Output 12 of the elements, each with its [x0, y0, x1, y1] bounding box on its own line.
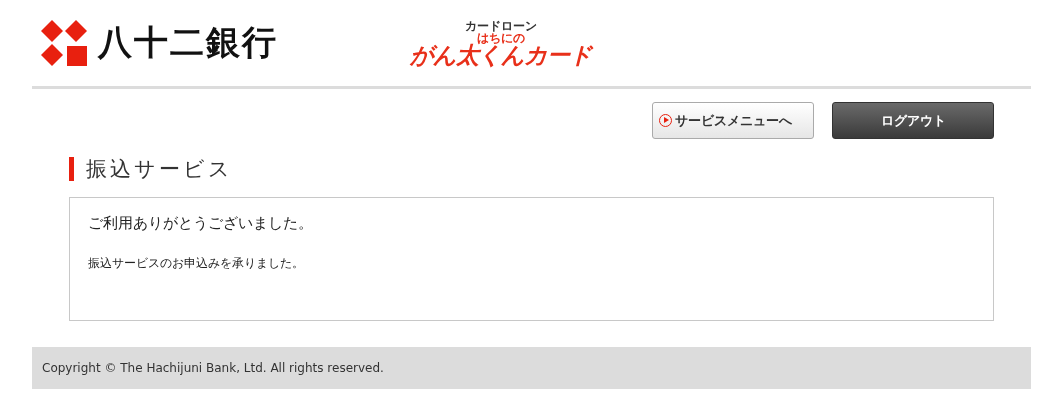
message-text: 振込サービスのお申込みを承りました。: [88, 255, 305, 272]
message-heading: ご利用ありがとうございました。: [88, 214, 314, 233]
copyright-footer: Copyright © The Hachijuni Bank, Ltd. All rights reserved.: [32, 347, 1031, 389]
logout-button[interactable]: ログアウト: [832, 102, 994, 139]
card-logo-text: がん太くんカード: [410, 43, 592, 67]
card-tagline: カードローン: [465, 19, 537, 32]
title-marker: [69, 157, 74, 181]
card-subtitle: はちにの: [477, 31, 525, 44]
bank-name: 八十二銀行: [98, 21, 278, 64]
service-menu-button[interactable]: サービスメニューへ: [652, 102, 814, 139]
bank-logo-icon: [40, 19, 88, 67]
page-title: 振込サービス: [86, 156, 233, 183]
